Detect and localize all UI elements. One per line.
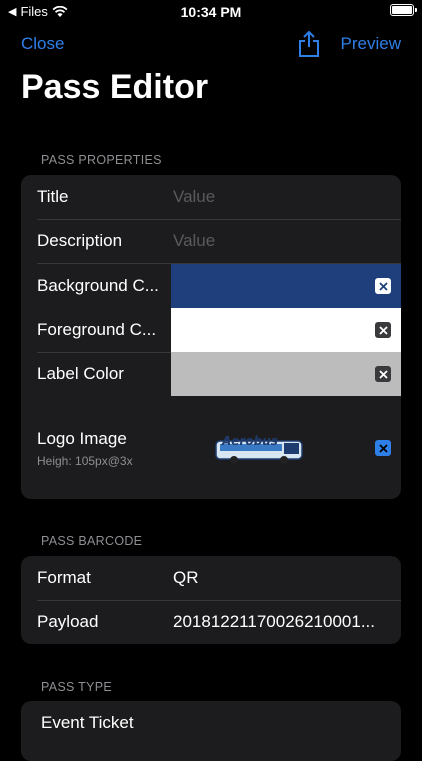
logo-brand-text: Aerobus — [221, 434, 278, 448]
status-right — [390, 4, 417, 16]
navigation-bar: Close Preview — [0, 30, 422, 60]
label-color-label: Label Color — [37, 364, 124, 383]
foreground-color-swatch[interactable] — [171, 308, 401, 352]
label-color-swatch[interactable] — [171, 352, 401, 396]
clear-foreground-icon[interactable] — [375, 322, 391, 338]
payload-row[interactable]: Payload 20181221170026210001... — [21, 600, 401, 644]
share-icon[interactable] — [297, 30, 321, 58]
foreground-color-label: Foreground C... — [37, 320, 157, 339]
clear-label-color-icon[interactable] — [375, 366, 391, 382]
format-value[interactable]: QR — [173, 568, 199, 588]
pass-type-event-ticket[interactable]: Event Ticket — [41, 713, 134, 733]
logo-size-hint: Heigh: 105px@3x — [37, 454, 133, 468]
payload-value[interactable]: 20181221170026210001... — [173, 612, 375, 632]
section-header-pass-type: PASS TYPE — [41, 680, 113, 694]
section-header-pass-barcode: PASS BARCODE — [41, 534, 143, 548]
pass-type-card: Event Ticket — [21, 701, 401, 761]
label-color-row[interactable]: Label Color — [21, 352, 401, 396]
format-row[interactable]: Format QR — [21, 556, 401, 600]
page-title: Pass Editor — [21, 68, 209, 106]
pass-properties-card: Title Value Description Value Background… — [21, 175, 401, 499]
pass-barcode-card: Format QR Payload 20181221170026210001..… — [21, 556, 401, 644]
description-field[interactable]: Value — [173, 231, 215, 251]
logo-image-label: Logo Image — [37, 429, 127, 448]
pass-type-row[interactable]: Event Ticket — [21, 701, 401, 745]
bus-logo-image[interactable]: Aerobus — [214, 431, 306, 469]
preview-button[interactable]: Preview — [341, 34, 401, 54]
format-label: Format — [37, 568, 91, 587]
title-row[interactable]: Title Value — [21, 175, 401, 219]
title-field[interactable]: Value — [173, 187, 215, 207]
clear-background-icon[interactable] — [375, 278, 391, 294]
remove-logo-icon[interactable] — [375, 440, 391, 456]
status-bar: ◀ Files 10:34 PM — [0, 0, 422, 24]
background-color-swatch[interactable] — [171, 264, 401, 308]
battery-icon — [390, 4, 417, 16]
payload-label: Payload — [37, 612, 99, 631]
description-label: Description — [37, 231, 123, 250]
background-color-row[interactable]: Background C... — [21, 264, 401, 308]
background-color-label: Background C... — [37, 276, 159, 295]
foreground-color-row[interactable]: Foreground C... — [21, 308, 401, 352]
close-button[interactable]: Close — [21, 34, 64, 54]
section-header-pass-properties: PASS PROPERTIES — [41, 153, 162, 167]
title-label: Title — [37, 187, 69, 206]
status-time: 10:34 PM — [180, 4, 242, 20]
description-row[interactable]: Description Value — [21, 219, 401, 263]
logo-image-row[interactable]: Logo Image Heigh: 105px@3x Aerobus — [21, 397, 401, 499]
